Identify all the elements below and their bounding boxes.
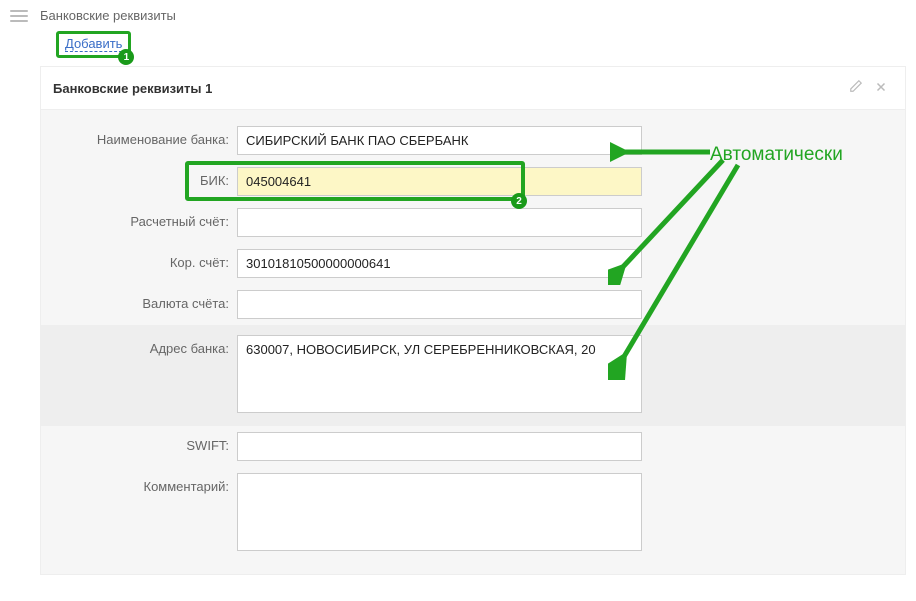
corr-account-field[interactable] [237,249,642,278]
row-settlement-account: Расчетный счёт: [41,202,905,243]
annotation-badge-2: 2 [511,193,527,209]
annotation-auto-text: Автоматически [710,144,843,166]
topbar: Банковские реквизиты [0,0,916,27]
label-bank-name: Наименование банка: [41,126,237,147]
add-link-row: Добавить 1 [0,27,131,66]
bank-name-field[interactable] [237,126,642,155]
settlement-account-field[interactable] [237,208,642,237]
label-settlement-account: Расчетный счёт: [41,208,237,229]
label-currency: Валюта счёта: [41,290,237,311]
row-corr-account: Кор. счёт: [41,243,905,284]
page-title: Банковские реквизиты [40,8,176,23]
page-root: Банковские реквизиты Добавить 1 Банковск… [0,0,916,575]
close-icon[interactable] [869,78,893,99]
hamburger-icon[interactable] [10,10,28,22]
panel-form: Наименование банка: БИК: 2 Расчетный счё… [41,110,905,574]
row-swift: SWIFT: [41,426,905,467]
panel-title: Банковские реквизиты 1 [53,81,843,96]
label-comment: Комментарий: [41,473,237,494]
panel-header: Банковские реквизиты 1 [41,67,905,110]
row-bik: БИК: 2 [41,161,905,202]
label-bik: БИК: [41,167,237,188]
bank-address-field[interactable] [237,335,642,413]
annotation-box-1: Добавить 1 [56,31,131,58]
row-currency: Валюта счёта: [41,284,905,325]
label-bank-address: Адрес банка: [41,335,237,356]
bank-details-panel: Банковские реквизиты 1 Наименование банк… [40,66,906,575]
swift-field[interactable] [237,432,642,461]
bik-field[interactable] [237,167,642,196]
row-bank-address: Адрес банка: [41,325,905,426]
comment-field[interactable] [237,473,642,551]
add-link[interactable]: Добавить [65,36,122,52]
currency-field[interactable] [237,290,642,319]
annotation-badge-1: 1 [118,49,134,65]
row-comment: Комментарий: [41,467,905,560]
label-swift: SWIFT: [41,432,237,453]
label-corr-account: Кор. счёт: [41,249,237,270]
edit-icon[interactable] [843,77,869,99]
